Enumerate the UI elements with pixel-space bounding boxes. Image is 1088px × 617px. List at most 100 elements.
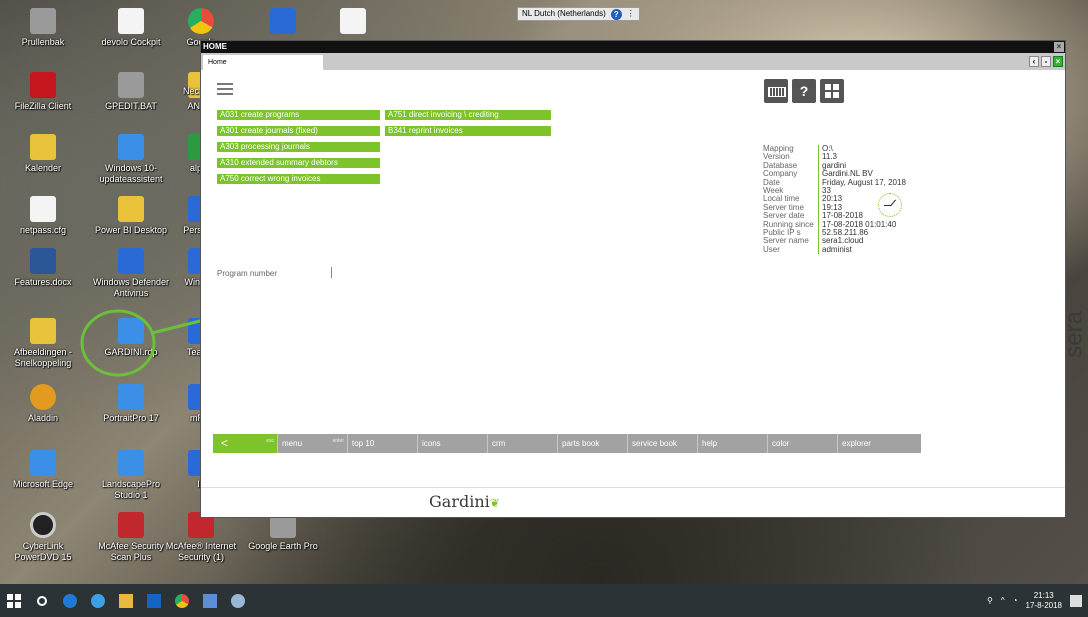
app-icon — [30, 384, 56, 410]
app-icon — [118, 196, 144, 222]
outlook-icon[interactable] — [140, 584, 168, 617]
desktop-icon-24[interactable]: Microsoft Edge — [0, 450, 86, 490]
info-key: User — [763, 244, 780, 254]
brand-name: Gardini — [429, 492, 490, 511]
hamburger-menu-icon[interactable] — [217, 83, 233, 98]
menu-item-icons[interactable]: icons — [417, 434, 487, 453]
help-icon[interactable]: ? — [792, 79, 816, 103]
window-footer: Gardini❦ — [201, 487, 1065, 517]
app-icon — [118, 8, 144, 34]
info-row: User administ — [763, 244, 906, 255]
tray-time: 21:13 — [1033, 590, 1054, 600]
top-icon-group: ? — [764, 79, 844, 103]
desktop-icon-12[interactable]: netpass.cfg — [0, 196, 86, 236]
menu-item-parts-book[interactable]: parts book — [557, 434, 627, 453]
desktop-icon-label: Aladdin — [27, 413, 59, 423]
desktop-icon-27[interactable]: CyberLink PowerDVD 15 — [0, 512, 86, 563]
app-icon — [118, 450, 144, 476]
edge-icon[interactable] — [56, 584, 84, 617]
back-button[interactable]: < esc — [213, 434, 277, 453]
minimize-icon[interactable]: - — [1041, 56, 1051, 67]
window-title: HOME — [203, 42, 227, 51]
desktop-icon-9[interactable]: Kalender — [0, 134, 86, 174]
desktop-icon-29[interactable]: McAfee® Internet Security (1) — [158, 512, 244, 563]
menu-item-menu[interactable]: menu enter — [277, 434, 347, 453]
program-button[interactable]: A750 correct wrong invoices — [217, 174, 380, 184]
help-icon[interactable]: ? — [610, 8, 622, 20]
desktop-icon-30[interactable]: Google Earth Pro — [240, 512, 326, 552]
program-button[interactable]: A301 create journals (fixed) — [217, 126, 380, 136]
program-button[interactable]: A303 processing journals — [217, 142, 380, 152]
gardini-window: HOME × Home ‹ - × Program number ? Mappi… — [200, 40, 1088, 518]
app-icon — [118, 134, 144, 160]
menu-item-color[interactable]: color — [767, 434, 837, 453]
paint-icon[interactable] — [224, 584, 252, 617]
start-icon[interactable] — [0, 584, 28, 617]
system-tray: ⚲ ^ ◔ 21:13 17-8-2018 — [987, 584, 1082, 617]
app-icon — [30, 512, 56, 538]
search-icon[interactable] — [28, 584, 56, 617]
desktop-icon-label: netpass.cfg — [19, 225, 67, 235]
chevron-left-icon[interactable]: ‹ — [1029, 56, 1039, 67]
menu-item-explorer[interactable]: explorer — [837, 434, 915, 453]
program-button[interactable]: A751 direct invoicing \ crediting — [385, 110, 551, 120]
menu-item-label: explorer — [842, 439, 871, 448]
program-number-input[interactable] — [331, 267, 353, 278]
menu-item-service-book[interactable]: service book — [627, 434, 697, 453]
desktop-icon-label: Microsoft Edge — [12, 479, 74, 489]
app-icon — [30, 196, 56, 222]
program-button[interactable]: A310 extended summary debtors — [217, 158, 380, 168]
app-icon — [118, 512, 144, 538]
menu-item-crm[interactable]: crm — [487, 434, 557, 453]
back-shortcut: esc — [266, 438, 274, 444]
menu-item-label: top 10 — [352, 439, 375, 448]
gardini-logo: Gardini❦ — [429, 492, 500, 511]
language-label[interactable]: NL Dutch (Netherlands) — [522, 8, 606, 20]
app-icon — [188, 8, 214, 34]
desktop-icon-label: McAfee® Internet Security (1) — [165, 541, 237, 562]
chevron-up-icon[interactable]: ^ — [1001, 596, 1005, 605]
menu-item-label: help — [702, 439, 718, 448]
ie-icon[interactable] — [84, 584, 112, 617]
desktop-icon-4[interactable] — [310, 8, 396, 37]
desktop-icon-15[interactable]: Features.docx — [0, 248, 86, 288]
menu-item-help[interactable]: help — [697, 434, 767, 453]
taskbar: ⚲ ^ ◔ 21:13 17-8-2018 — [0, 584, 1088, 617]
clock-readout[interactable]: 21:13 17-8-2018 — [1026, 591, 1062, 611]
program-button[interactable]: A031 create programs — [217, 110, 380, 120]
info-value: Friday, August 17, 2018 — [818, 178, 906, 188]
notifications-icon[interactable] — [1070, 594, 1082, 607]
close-icon[interactable]: × — [1054, 42, 1064, 52]
language-options-icon[interactable]: ⋮ — [627, 8, 635, 20]
window-titlebar[interactable]: HOME × — [201, 41, 1065, 53]
app-icon — [118, 72, 144, 98]
desktop-icon-label: Prullenbak — [21, 37, 65, 47]
menu-item-label: icons — [422, 439, 441, 448]
desktop-icon-0[interactable]: Prullenbak — [0, 8, 86, 48]
app-icon — [30, 318, 56, 344]
desktop-icon-label: Kalender — [24, 163, 62, 173]
app-icon — [30, 450, 56, 476]
tab-home[interactable]: Home — [203, 55, 323, 70]
close-icon[interactable]: × — [1053, 56, 1063, 67]
program-button[interactable]: B341 reprint invoices — [385, 126, 551, 136]
desktop-icon-label: FileZilla Client — [14, 101, 72, 111]
remote-desktop-icon[interactable] — [196, 584, 224, 617]
app-icon — [30, 134, 56, 160]
clock-icon — [878, 193, 902, 217]
chrome-icon[interactable] — [168, 584, 196, 617]
info-row: Date Friday, August 17, 2018 — [763, 178, 906, 188]
language-bar[interactable]: NL Dutch (Netherlands) ? ⋮ — [517, 7, 640, 21]
grid-icon[interactable] — [820, 79, 844, 103]
tray-date: 17-8-2018 — [1025, 600, 1062, 610]
menu-item-top-10[interactable]: top 10 — [347, 434, 417, 453]
desktop-icon-label: Features.docx — [14, 277, 72, 287]
file-explorer-icon[interactable] — [112, 584, 140, 617]
app-icon — [118, 248, 144, 274]
keyboard-icon[interactable] — [764, 79, 788, 103]
menu-item-label: crm — [492, 439, 506, 448]
network-icon[interactable]: ◔ — [1013, 596, 1018, 605]
sera-brand: sera — [1061, 311, 1088, 358]
desktop-icon-5[interactable]: FileZilla Client — [0, 72, 86, 112]
people-icon[interactable]: ⚲ — [987, 596, 993, 605]
